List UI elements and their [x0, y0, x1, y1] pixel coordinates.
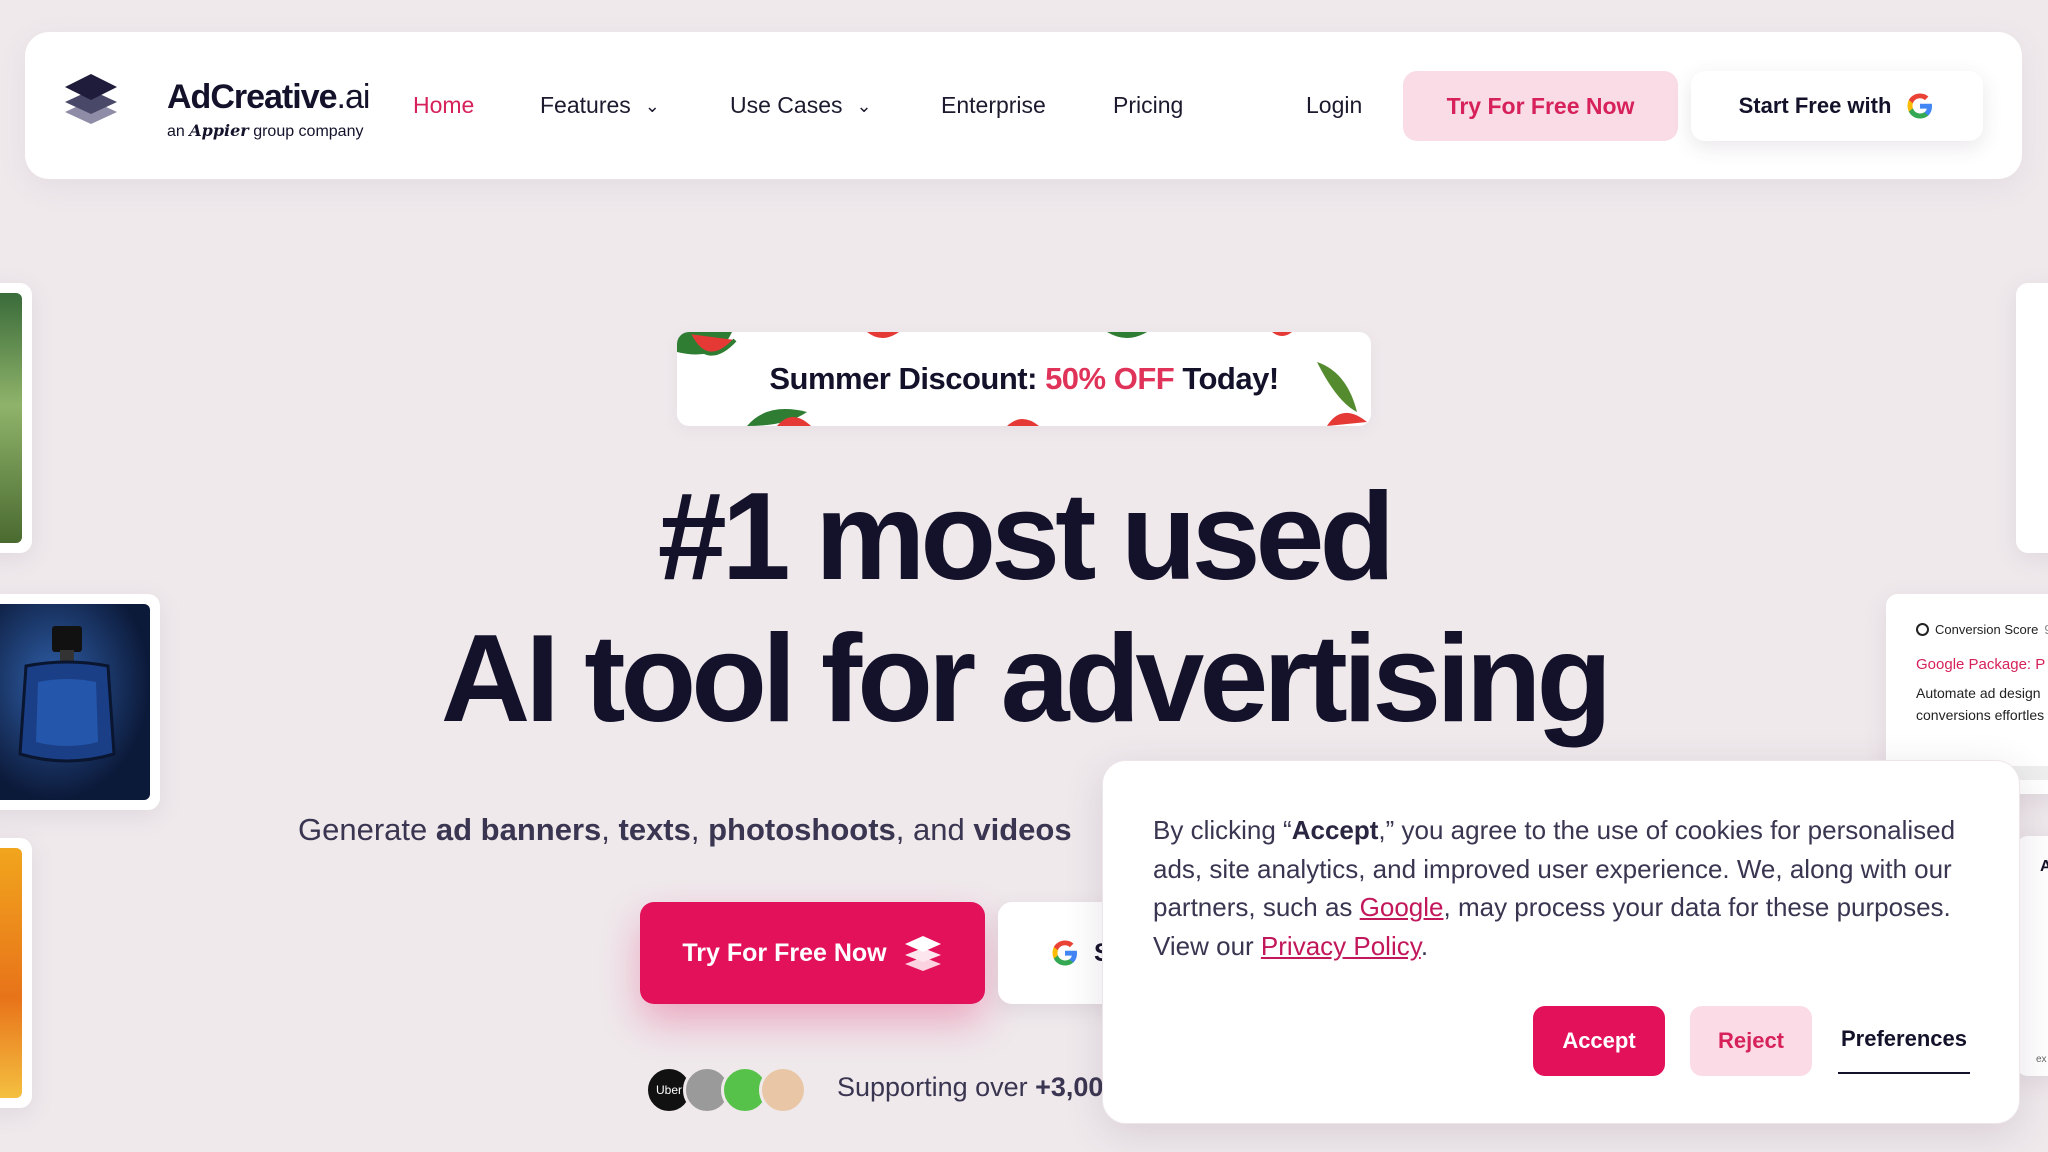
layers-logo-icon — [65, 74, 117, 124]
cookie-consent-dialog: By clicking “Accept,” you agree to the u… — [1102, 760, 2020, 1124]
google-link[interactable]: Google — [1360, 892, 1444, 922]
cookie-preferences-button[interactable]: Preferences — [1838, 1006, 1970, 1074]
google-icon — [1907, 93, 1933, 119]
left-ad-card-orange — [0, 838, 32, 1108]
nav-enterprise-link[interactable]: Enterprise — [941, 32, 1046, 179]
customer-avatars: Uber — [645, 1066, 815, 1116]
nav-pricing-link[interactable]: Pricing — [1113, 32, 1183, 179]
chevron-down-icon: ⌄ — [644, 96, 660, 116]
start-free-label: Start Free with — [1738, 93, 1892, 118]
privacy-policy-link[interactable]: Privacy Policy — [1261, 931, 1421, 961]
nav-use-cases-link[interactable]: Use Cases ⌄ — [730, 32, 872, 179]
try-free-label: Try For Free Now — [682, 938, 887, 967]
layers-icon — [904, 936, 941, 971]
google-icon — [1052, 940, 1077, 966]
nav-features-link[interactable]: Features ⌄ — [540, 32, 660, 179]
discount-text: Summer Discount: 50% OFF Today! — [769, 361, 1279, 396]
ad-image — [0, 848, 22, 1098]
top-nav: AdCreative.ai an Appier group company Ho… — [25, 32, 2022, 179]
hero-try-free-button[interactable]: Try For Free Now — [640, 902, 985, 1004]
nav-home-link[interactable]: Home — [413, 32, 474, 179]
reject-cookies-button[interactable]: Reject — [1690, 1006, 1812, 1076]
logo-wordmark: AdCreative.ai — [167, 78, 370, 116]
cookie-consent-text: By clicking “Accept,” you agree to the u… — [1153, 815, 1956, 961]
accept-cookies-button[interactable]: Accept — [1533, 1006, 1665, 1076]
nav-start-free-google-button[interactable]: Start Free with — [1691, 71, 1983, 141]
card-letter: A — [2040, 858, 2048, 875]
logo-tagline: an Appier group company — [167, 121, 364, 140]
summer-discount-banner[interactable]: Summer Discount: 50% OFF Today! — [677, 332, 1371, 426]
nav-login-link[interactable]: Login — [1306, 32, 1362, 179]
hero-subtitle: Generate ad banners, texts, photoshoots,… — [298, 812, 1072, 847]
chevron-down-icon: ⌄ — [856, 96, 872, 116]
hero-title-line-1: #1 most used — [657, 468, 1396, 606]
support-count-text: Supporting over +3,00 — [837, 1072, 1104, 1102]
adcreative-logo[interactable]: AdCreative.ai an Appier group company — [63, 70, 370, 140]
nav-try-free-button[interactable]: Try For Free Now — [1403, 71, 1678, 141]
avatar — [759, 1066, 807, 1114]
card-caption: ex — [2036, 1054, 2047, 1065]
right-ad-card-bottom: A ex — [2016, 836, 2048, 1076]
hero-title-line-2: AI tool for advertising — [440, 610, 1612, 748]
